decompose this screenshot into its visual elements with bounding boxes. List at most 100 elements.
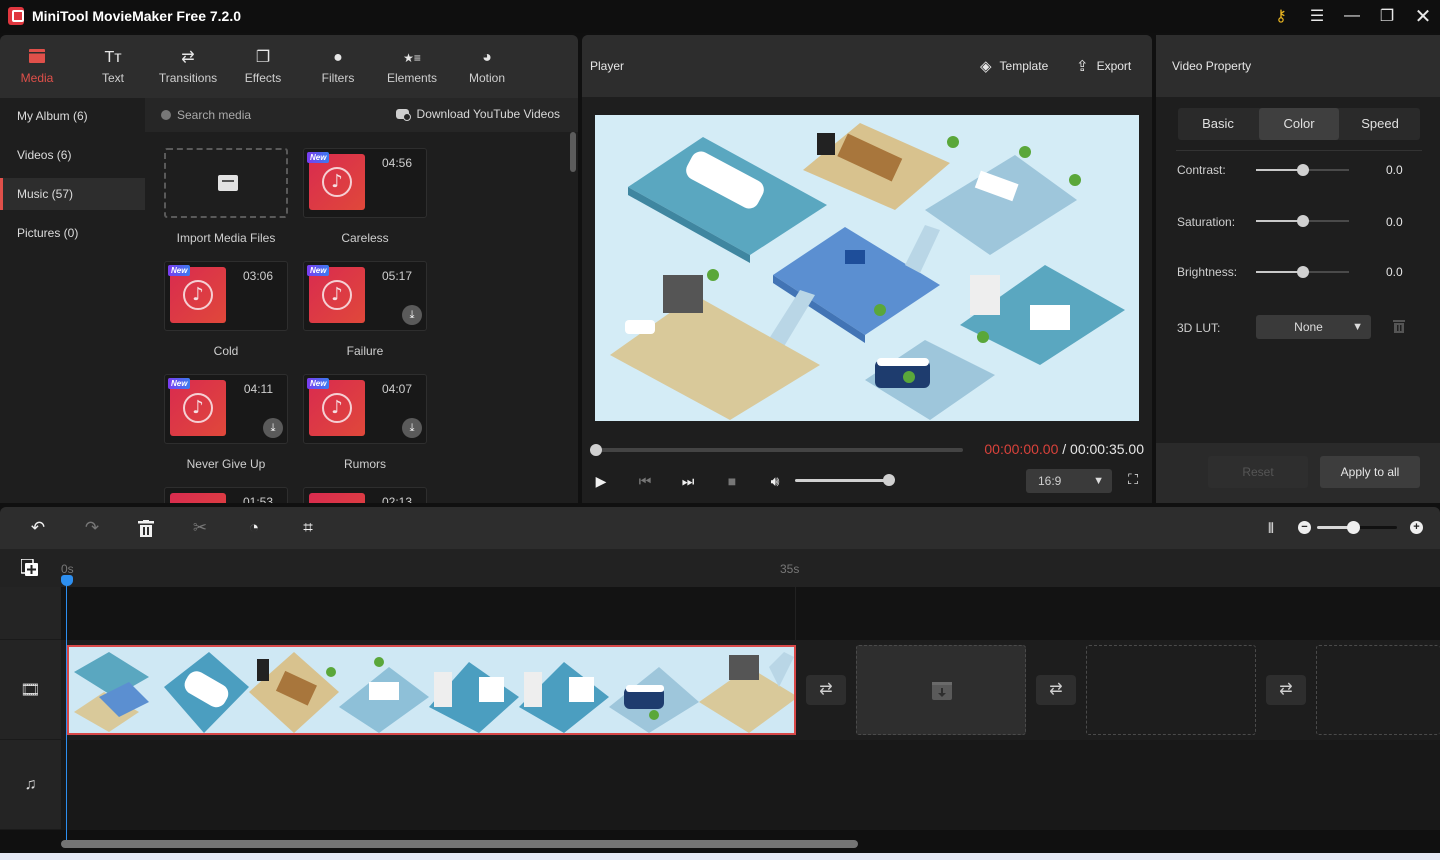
timeline-horizontal-scrollbar[interactable] [61, 840, 858, 848]
next-frame-button[interactable]: ⏭ [676, 471, 700, 491]
contrast-value: 0.0 [1386, 163, 1403, 177]
minimize-icon[interactable]: — [1337, 4, 1367, 28]
empty-clip-slot[interactable] [1316, 645, 1440, 735]
overlay-track[interactable] [61, 587, 1440, 640]
video-clip[interactable] [67, 645, 796, 735]
volume-slider[interactable] [795, 474, 895, 486]
media-item[interactable]: 01:53 [164, 487, 288, 503]
reset-button[interactable]: Reset [1208, 456, 1308, 488]
media-item-rumors[interactable]: ♪ New 04:07 ⤓ [303, 374, 427, 444]
slider-knob[interactable] [1296, 215, 1309, 227]
scrubber-knob[interactable] [590, 444, 602, 456]
slider-knob[interactable] [1296, 164, 1309, 176]
download-icon[interactable]: ⤓ [402, 305, 422, 325]
zoom-out-icon[interactable]: − [1298, 521, 1311, 534]
media-item-label: Failure [346, 344, 384, 358]
menu-icon[interactable]: ☰ [1302, 4, 1332, 28]
timeline-toolbar: ↶ ↷ ✂ ◔ ⌗ ⦀ − + [0, 507, 1440, 549]
speed-icon[interactable]: ◔ [242, 517, 266, 539]
category-music[interactable]: Music (57) [0, 178, 145, 210]
add-track-icon[interactable] [20, 558, 39, 577]
play-button[interactable]: ▶ [589, 471, 613, 491]
folder-icon [218, 175, 238, 191]
tab-media[interactable]: Media [14, 35, 60, 98]
apply-to-all-button[interactable]: Apply to all [1320, 456, 1420, 488]
tab-filters[interactable]: ● Filters [316, 35, 360, 98]
effects-icon: ❐ [255, 49, 271, 66]
media-item-label: Careless [341, 231, 389, 245]
category-pictures[interactable]: Pictures (0) [0, 217, 145, 249]
playhead-handle[interactable] [61, 575, 73, 586]
stop-button[interactable]: ■ [720, 471, 744, 491]
transition-slot[interactable]: ⇄ [806, 675, 846, 705]
aspect-ratio-select[interactable]: 16:9 ▼ [1026, 469, 1112, 493]
download-icon[interactable]: ⤓ [263, 418, 283, 438]
fit-timeline-icon[interactable]: ⦀ [1259, 517, 1283, 539]
maximize-icon[interactable]: ❐ [1372, 4, 1402, 28]
playback-scrubber[interactable] [590, 444, 963, 456]
media-scrollbar[interactable] [568, 132, 578, 503]
media-item-careless[interactable]: ♪ New 04:56 [303, 148, 427, 218]
media-item-never-give-up[interactable]: ♪ New 04:11 ⤓ [164, 374, 288, 444]
tab-transitions[interactable]: ⇄ Transitions [155, 35, 221, 98]
video-preview[interactable] [595, 115, 1139, 421]
tab-basic[interactable]: Basic [1178, 108, 1258, 140]
split-icon[interactable]: ✂ [188, 517, 212, 539]
download-icon[interactable]: ⤓ [402, 418, 422, 438]
tab-motion[interactable]: ◕ Motion [465, 35, 509, 98]
export-button[interactable]: ⇪ Export [1076, 57, 1131, 75]
music-note-icon: ♪ [322, 167, 352, 197]
tab-text[interactable]: Tт Text [92, 35, 134, 98]
fullscreen-icon[interactable]: ⛶ [1123, 471, 1143, 491]
end-marker [795, 587, 796, 640]
timeline-zoom-slider[interactable] [1317, 521, 1397, 534]
music-note-icon: ♪ [322, 280, 352, 310]
audio-track[interactable] [61, 740, 1440, 830]
saturation-label: Saturation: [1177, 215, 1236, 229]
key-icon[interactable]: ⚷ [1266, 4, 1296, 28]
template-button[interactable]: ◈ Template [980, 57, 1048, 75]
drop-media-slot[interactable] [856, 645, 1026, 735]
tab-speed[interactable]: Speed [1340, 108, 1420, 140]
transition-slot[interactable]: ⇄ [1036, 675, 1076, 705]
search-input[interactable] [177, 106, 367, 124]
media-item-cold[interactable]: ♪ New 03:06 [164, 261, 288, 331]
media-item-failure[interactable]: ♪ New 05:17 ⤓ [303, 261, 427, 331]
time-readout: 00:00:00.00 / 00:00:35.00 [984, 441, 1144, 457]
media-item[interactable]: 02:13 [303, 487, 427, 503]
redo-icon[interactable]: ↷ [80, 517, 104, 539]
empty-clip-slot[interactable] [1086, 645, 1256, 735]
saturation-slider[interactable] [1256, 215, 1349, 227]
clip-frame [609, 647, 699, 733]
undo-icon[interactable]: ↶ [26, 517, 50, 539]
scrollbar-thumb[interactable] [570, 132, 576, 172]
slider-knob[interactable] [1347, 521, 1360, 534]
clip-frame [429, 647, 519, 733]
contrast-slider[interactable] [1256, 164, 1349, 176]
import-media-button[interactable] [164, 148, 288, 218]
trash-icon[interactable] [1393, 319, 1405, 333]
volume-icon[interactable]: 🔊︎ [763, 471, 787, 491]
tab-elements[interactable]: ★≡ Elements [384, 35, 440, 98]
lut-select[interactable]: None ▼ [1256, 315, 1371, 339]
previous-frame-button[interactable]: ⏮ [633, 471, 657, 491]
music-thumbnail [309, 493, 365, 503]
slider-knob[interactable] [1296, 266, 1309, 278]
import-media-label: Import Media Files [176, 231, 276, 245]
volume-knob[interactable] [883, 474, 895, 486]
category-my-album[interactable]: My Album (6) [0, 100, 145, 132]
app-title: MiniTool MovieMaker Free 7.2.0 [32, 8, 242, 24]
delete-icon[interactable] [134, 517, 158, 539]
close-icon[interactable]: ✕ [1408, 4, 1438, 28]
crop-icon[interactable]: ⌗ [296, 517, 320, 539]
tab-effects[interactable]: ❐ Effects [240, 35, 286, 98]
transition-slot[interactable]: ⇄ [1266, 675, 1306, 705]
timeline-area: ⇄ ⇄ ⇄ [61, 587, 1440, 830]
category-videos[interactable]: Videos (6) [0, 139, 145, 171]
download-youtube-button[interactable]: Download YouTube Videos [395, 107, 560, 121]
zoom-in-icon[interactable]: + [1410, 521, 1423, 534]
video-track[interactable]: ⇄ ⇄ ⇄ [61, 640, 1440, 740]
brightness-slider[interactable] [1256, 266, 1349, 278]
timeline-ruler[interactable]: 0s 35s [0, 549, 1440, 587]
tab-color[interactable]: Color [1259, 108, 1339, 140]
